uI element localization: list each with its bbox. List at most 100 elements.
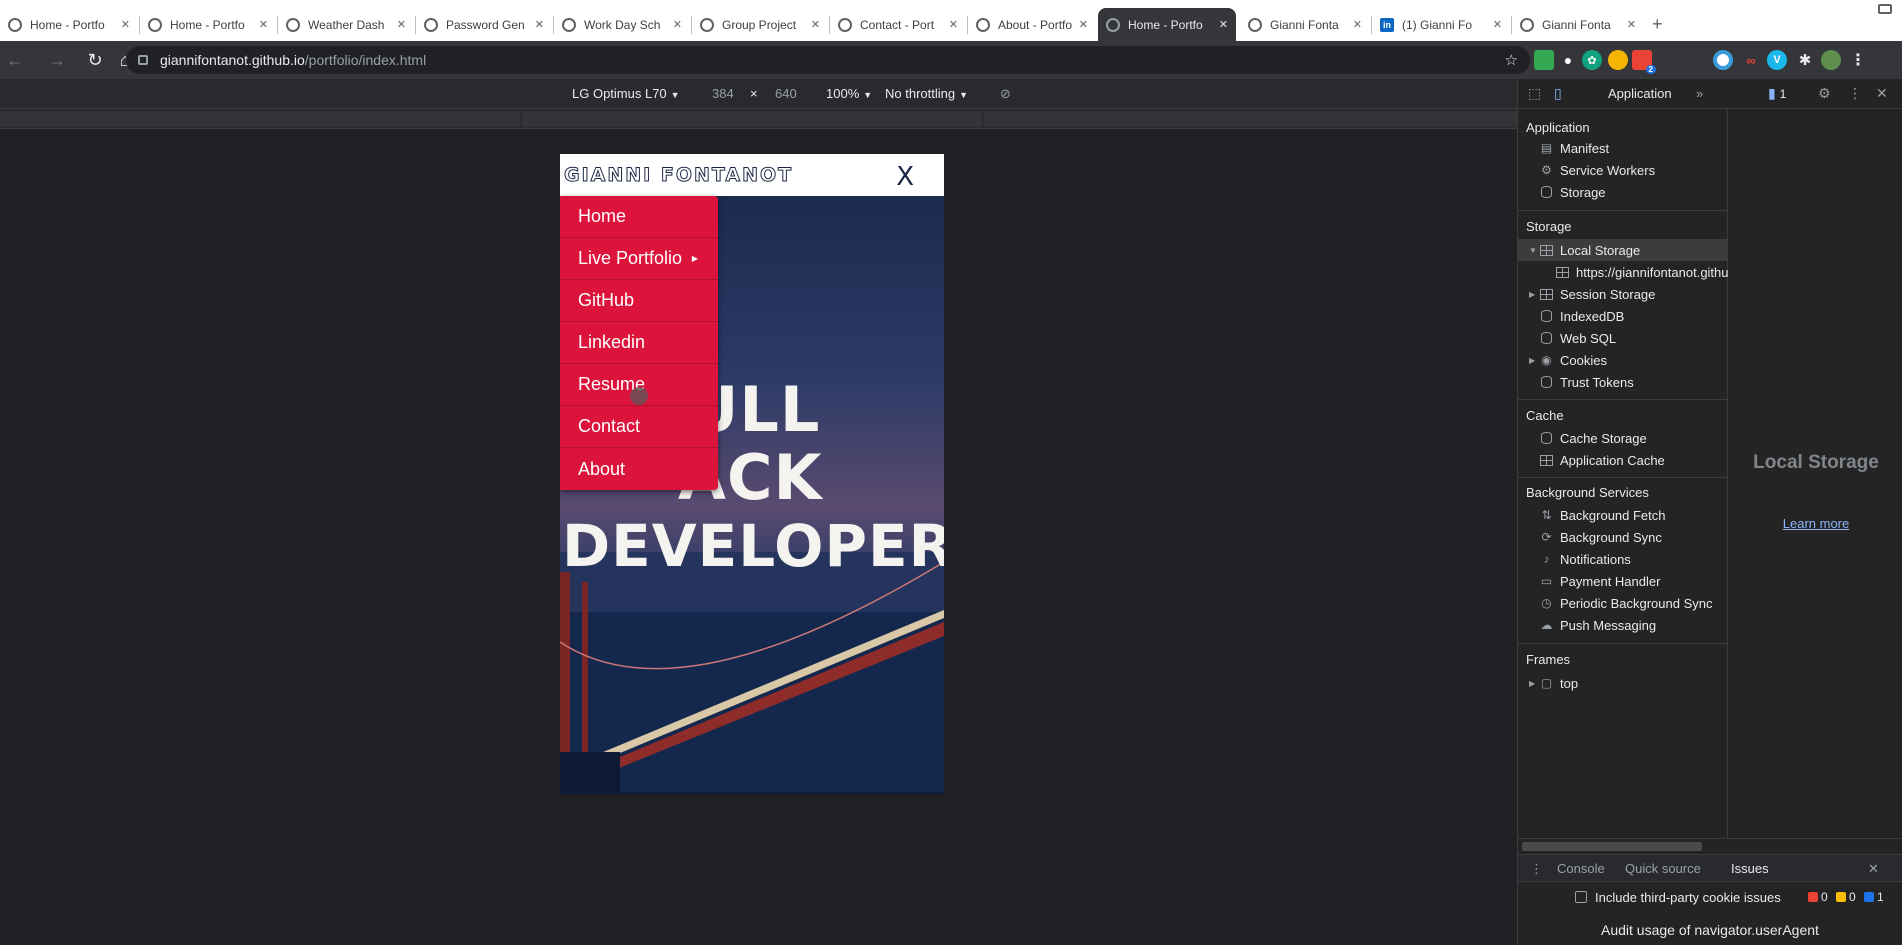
bookmark-star-icon[interactable]: ☆: [1505, 51, 1518, 69]
close-icon[interactable]: ✕: [1493, 18, 1502, 31]
close-icon[interactable]: ✕: [259, 18, 268, 31]
close-drawer-icon[interactable]: ✕: [1868, 861, 1879, 877]
extension-vimeo-icon[interactable]: V: [1767, 50, 1787, 70]
close-icon[interactable]: ✕: [1219, 18, 1228, 31]
tab[interactable]: in (1) Gianni Fo ✕: [1372, 8, 1510, 41]
tab[interactable]: Gianni Fonta ✕: [1240, 8, 1370, 41]
third-party-cookie-checkbox[interactable]: [1575, 891, 1587, 903]
collapsed-arrow-icon[interactable]: ▶: [1529, 356, 1535, 365]
close-icon[interactable]: ✕: [535, 18, 544, 31]
extension-target-icon[interactable]: [1713, 50, 1733, 70]
media-query-bar[interactable]: [0, 111, 520, 127]
tree-item-web-sql[interactable]: Web SQL: [1518, 327, 1728, 349]
device-height-input[interactable]: 640: [775, 86, 797, 101]
expanded-arrow-icon[interactable]: ▼: [1529, 246, 1537, 255]
menu-close-button[interactable]: X: [896, 162, 914, 192]
drawer-menu-icon[interactable]: ⋮: [1530, 861, 1543, 877]
menu-item-linkedin[interactable]: Linkedin: [560, 322, 718, 364]
tree-item-background-fetch[interactable]: ⇅ Background Fetch: [1518, 504, 1728, 526]
menu-item-live-portfolio[interactable]: Live Portfolio ▶: [560, 238, 718, 280]
tab[interactable]: Work Day Sch ✕: [554, 8, 690, 41]
back-arrow-icon[interactable]: ←: [0, 45, 30, 75]
tree-item-notifications[interactable]: ♪ Notifications: [1518, 548, 1728, 570]
throttling-select[interactable]: No throttling ▼: [885, 86, 968, 101]
extension-docs-icon[interactable]: [1534, 50, 1554, 70]
tab[interactable]: Group Project ✕: [692, 8, 828, 41]
tree-item-payment-handler[interactable]: ▭ Payment Handler: [1518, 570, 1728, 592]
address-bar[interactable]: giannifontanot.github.io/portfolio/index…: [126, 46, 1530, 74]
more-options-icon[interactable]: ⋮: [1848, 85, 1862, 102]
extension-pocket-icon[interactable]: [1608, 50, 1628, 70]
extension-gpt-icon[interactable]: ✿: [1582, 50, 1602, 70]
close-icon[interactable]: ✕: [673, 18, 682, 31]
tree-item-frame-top[interactable]: ▶ ▢ top: [1518, 672, 1728, 694]
close-icon[interactable]: ✕: [1627, 18, 1636, 31]
zoom-select[interactable]: 100% ▼: [826, 86, 872, 101]
menu-item-about[interactable]: About: [560, 448, 718, 490]
site-logo[interactable]: GIANNI FONTANOT: [563, 164, 793, 187]
learn-more-link[interactable]: Learn more: [1729, 516, 1902, 531]
extension-pin-icon[interactable]: ●: [1558, 50, 1578, 70]
tree-item-application-cache[interactable]: Application Cache: [1518, 449, 1728, 471]
tab-console[interactable]: Console: [1557, 861, 1605, 876]
tree-item-session-storage[interactable]: ▶ Session Storage: [1518, 283, 1728, 305]
tree-item-periodic-background-sync[interactable]: ◷ Periodic Background Sync: [1518, 592, 1728, 614]
tab[interactable]: Password Gen ✕: [416, 8, 552, 41]
issues-badge[interactable]: ▮ 1: [1768, 85, 1786, 102]
rotate-icon[interactable]: ⊘: [1000, 86, 1011, 102]
settings-gear-icon[interactable]: ⚙: [1818, 85, 1831, 102]
scrollbar-thumb[interactable]: [1522, 842, 1702, 851]
avatar[interactable]: [1821, 50, 1841, 70]
tree-item-storage[interactable]: Storage: [1518, 181, 1728, 203]
device-toggle-icon[interactable]: ▯: [1554, 85, 1562, 102]
close-icon[interactable]: ✕: [949, 18, 958, 31]
tree-item-cache-storage[interactable]: Cache Storage: [1518, 427, 1728, 449]
tab[interactable]: Contact - Port ✕: [830, 8, 966, 41]
profile-menu-icon[interactable]: [1878, 4, 1892, 14]
tab-active[interactable]: Home - Portfo ✕: [1098, 8, 1236, 41]
new-tab-icon[interactable]: +: [1652, 14, 1663, 35]
reload-icon[interactable]: ↻: [80, 45, 110, 75]
tree-item-origin[interactable]: https://giannifontanot.github.io: [1518, 261, 1728, 283]
tab[interactable]: Gianni Fonta ✕: [1512, 8, 1644, 41]
tab[interactable]: Weather Dash ✕: [278, 8, 414, 41]
tab[interactable]: Home - Portfo ✕: [140, 8, 276, 41]
more-tabs-icon[interactable]: »: [1696, 86, 1703, 101]
device-width-input[interactable]: 384: [712, 86, 734, 101]
collapsed-arrow-icon[interactable]: ▶: [1529, 290, 1535, 299]
tree-item-trust-tokens[interactable]: Trust Tokens: [1518, 371, 1728, 393]
close-icon[interactable]: ✕: [397, 18, 406, 31]
browser-menu-icon[interactable]: ⋮: [1848, 50, 1868, 70]
close-icon[interactable]: ✕: [811, 18, 820, 31]
close-icon[interactable]: ✕: [1079, 18, 1088, 31]
tree-item-push-messaging[interactable]: ☁ Push Messaging: [1518, 614, 1728, 636]
issue-row[interactable]: Audit usage of navigator.userAgent: [1601, 922, 1819, 938]
menu-item-contact[interactable]: Contact: [560, 406, 718, 448]
tab-issues[interactable]: Issues: [1731, 861, 1769, 876]
media-query-bar[interactable]: [522, 111, 982, 127]
close-icon[interactable]: ✕: [121, 18, 130, 31]
extension-glasses-icon[interactable]: ∞: [1741, 50, 1761, 70]
extensions-puzzle-icon[interactable]: ✱: [1795, 50, 1815, 70]
close-icon[interactable]: ✕: [1353, 18, 1362, 31]
horizontal-scrollbar[interactable]: [1518, 838, 1902, 854]
tree-item-indexeddb[interactable]: IndexedDB: [1518, 305, 1728, 327]
tree-item-manifest[interactable]: ▤ Manifest: [1518, 137, 1728, 159]
tree-item-cookies[interactable]: ▶ ◉ Cookies: [1518, 349, 1728, 371]
menu-item-home[interactable]: Home: [560, 196, 718, 238]
tree-item-service-workers[interactable]: ⚙ Service Workers: [1518, 159, 1728, 181]
tab[interactable]: About - Portfo ✕: [968, 8, 1096, 41]
forward-arrow-icon[interactable]: →: [42, 45, 72, 75]
extension-badge-icon[interactable]: 2: [1632, 50, 1656, 74]
tab[interactable]: Home - Portfo ✕: [0, 8, 138, 41]
tab-application[interactable]: Application: [1608, 86, 1672, 101]
media-query-bar[interactable]: [984, 111, 1517, 127]
tree-item-background-sync[interactable]: ⟳ Background Sync: [1518, 526, 1728, 548]
collapsed-arrow-icon[interactable]: ▶: [1529, 679, 1535, 688]
tab-quick-source[interactable]: Quick source: [1625, 861, 1701, 876]
close-devtools-icon[interactable]: ✕: [1876, 85, 1888, 102]
inspect-element-icon[interactable]: ⬚: [1528, 85, 1541, 102]
device-select[interactable]: LG Optimus L70 ▼: [572, 86, 680, 101]
menu-item-github[interactable]: GitHub: [560, 280, 718, 322]
tree-item-local-storage[interactable]: ▼ Local Storage: [1518, 239, 1728, 261]
